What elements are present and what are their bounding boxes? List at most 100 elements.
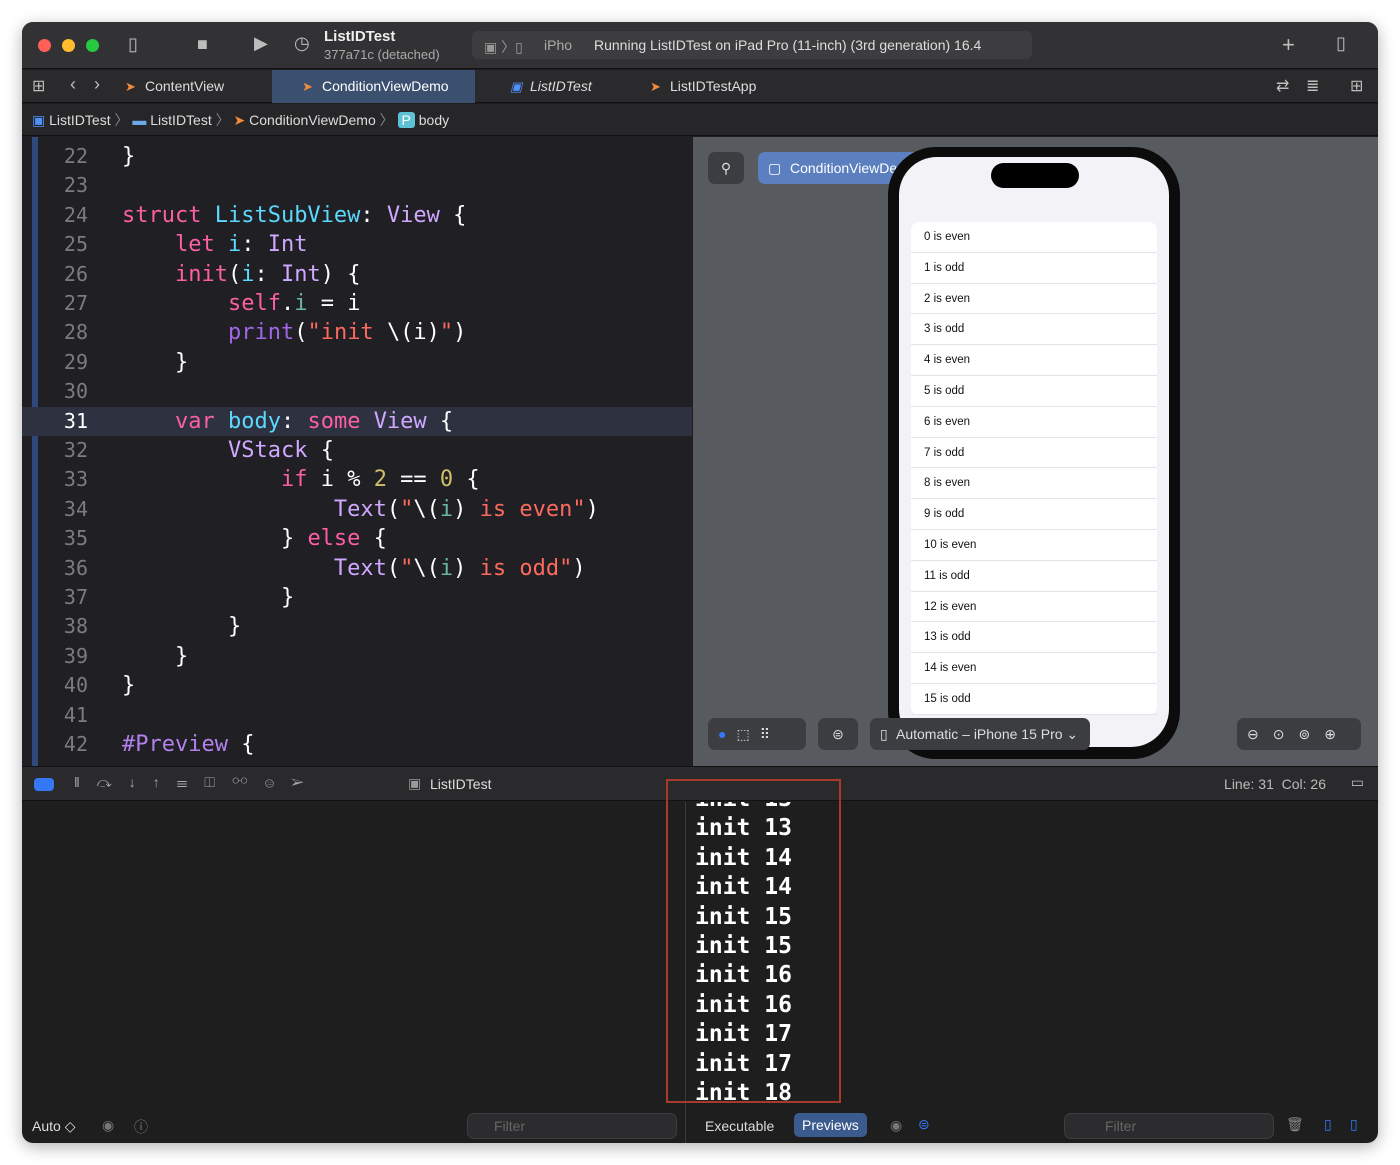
swift-icon: ➤ bbox=[233, 112, 246, 128]
pin-icon[interactable]: ⚲ bbox=[708, 152, 744, 184]
zoom-out-icon[interactable]: ⊖ bbox=[1247, 726, 1273, 742]
clock-icon[interactable]: ◷ bbox=[294, 33, 310, 54]
step-into-icon[interactable]: ↓ bbox=[129, 774, 153, 790]
variants-icon[interactable]: ⠿ bbox=[760, 726, 780, 742]
line-number: 32 bbox=[63, 438, 88, 462]
code-line[interactable]: 22} bbox=[22, 142, 692, 171]
add-icon[interactable]: + bbox=[1282, 32, 1295, 58]
line-number: 42 bbox=[63, 732, 88, 756]
code-line[interactable]: 37 } bbox=[22, 583, 692, 612]
breadcrumb-item[interactable]: ListIDTest bbox=[49, 112, 110, 128]
line-number: 33 bbox=[63, 467, 88, 492]
trash-icon[interactable]: 🗑 bbox=[1286, 1116, 1304, 1133]
device-picker[interactable]: ▯ Automatic – iPhone 15 Pro ⌄ bbox=[870, 718, 1091, 750]
toggle-icon[interactable]: ⊜ bbox=[918, 1116, 930, 1133]
cursor-position: Line: 31 Col: 26 bbox=[1224, 776, 1326, 792]
console-filter-input[interactable]: Filter bbox=[1064, 1113, 1274, 1139]
zoom-in-icon[interactable]: ⊕ bbox=[1324, 726, 1350, 742]
info-icon[interactable]: ⓘ bbox=[134, 1117, 148, 1137]
variables-scope-select[interactable]: Auto ◇ bbox=[32, 1118, 75, 1135]
code-line[interactable]: 29 } bbox=[22, 348, 692, 377]
editor-options-icon[interactable]: ≣ bbox=[1306, 76, 1319, 96]
code-line[interactable]: 34 Text("\(i) is even") bbox=[22, 495, 692, 524]
device-screen: 0 is even 1 is odd 2 is even 3 is odd 4 is e… bbox=[899, 157, 1169, 747]
right-panel-icon[interactable]: ▯ bbox=[1350, 1116, 1358, 1133]
stop-icon[interactable]: ■ bbox=[197, 34, 208, 55]
step-over-icon[interactable]: ⤼ bbox=[97, 774, 129, 790]
code-line[interactable]: 40} bbox=[22, 671, 692, 700]
tab-listidtest[interactable]: ▣ ListIDTest bbox=[502, 70, 632, 103]
add-editor-icon[interactable]: ⊞ bbox=[1350, 76, 1363, 96]
code-line[interactable]: 38 } bbox=[22, 612, 692, 641]
swap-icon[interactable]: ⇄ bbox=[1276, 76, 1289, 96]
line-number: 28 bbox=[63, 320, 88, 345]
code-line[interactable]: 24 struct ListSubView: View { bbox=[22, 201, 692, 230]
close-button[interactable] bbox=[38, 39, 51, 52]
grid-icon[interactable]: ⊞ bbox=[32, 76, 45, 96]
debug-controls: ‖⤼↓↑☰◫⚯⊜➢ bbox=[74, 774, 321, 791]
code-text: Text("\(i) is odd") bbox=[333, 555, 586, 581]
eye-icon[interactable]: ◉ bbox=[890, 1117, 902, 1134]
back-icon[interactable]: ‹ bbox=[70, 74, 76, 95]
zoom-fit-icon[interactable]: ⊚ bbox=[1298, 726, 1324, 742]
activity-status[interactable]: ▣ 〉▯ iPho Running ListIDTest on iPad Pro… bbox=[472, 31, 1032, 59]
code-line[interactable]: 33 if i % 2 == 0 { bbox=[22, 465, 692, 494]
environment-icon[interactable]: ⊜ bbox=[265, 774, 291, 790]
eye-icon[interactable]: ◉ bbox=[102, 1117, 114, 1134]
code-line[interactable]: 32 VStack { bbox=[22, 436, 692, 465]
settings-toggle-icon[interactable]: ⊜ bbox=[818, 718, 858, 750]
live-icon[interactable]: ● bbox=[718, 726, 736, 742]
tab-previews[interactable]: Previews bbox=[794, 1113, 867, 1137]
breadcrumb-item[interactable]: ConditionViewDemo bbox=[249, 112, 376, 128]
code-line[interactable]: 27 self.i = i bbox=[22, 289, 692, 318]
run-destination[interactable]: iPho bbox=[544, 37, 572, 53]
memory-graph-icon[interactable]: ◫ bbox=[204, 774, 232, 790]
breadcrumb-item[interactable]: body bbox=[419, 112, 449, 128]
share-icon[interactable]: ⚯ bbox=[232, 774, 265, 790]
status-text: Running ListIDTest on iPad Pro (11-inch)… bbox=[594, 37, 982, 53]
minimize-button[interactable] bbox=[62, 39, 75, 52]
run-icon[interactable]: ▶ bbox=[254, 33, 268, 54]
select-icon[interactable]: ⬚ bbox=[736, 726, 759, 742]
code-line[interactable]: 31 var body: some View { bbox=[22, 406, 692, 436]
code-line[interactable]: 39 } bbox=[22, 642, 692, 671]
code-line[interactable]: 41 bbox=[22, 701, 692, 730]
pause-icon[interactable]: ‖ bbox=[74, 774, 97, 790]
code-line[interactable]: 35 } else { bbox=[22, 524, 692, 553]
zoom-100-icon[interactable]: ⊙ bbox=[1273, 726, 1299, 742]
tab-conditionviewdemo[interactable]: ➤ ConditionViewDemo bbox=[272, 70, 475, 103]
list-item: 5 is odd bbox=[911, 376, 1157, 407]
code-line[interactable]: 26 init(i: Int) { bbox=[22, 260, 692, 289]
code-line[interactable]: 25 let i: Int bbox=[22, 230, 692, 259]
panel-toggle-icon[interactable]: ▭ bbox=[1351, 774, 1364, 791]
location-icon[interactable]: ➢ bbox=[291, 774, 321, 790]
code-line[interactable]: 28 print("init \(i)") bbox=[22, 318, 692, 347]
breadcrumb-item[interactable]: ListIDTest bbox=[150, 112, 211, 128]
tab-listidtestapp[interactable]: ➤ ListIDTestApp bbox=[642, 70, 782, 103]
step-out-icon[interactable]: ↑ bbox=[153, 774, 177, 790]
code-text: } bbox=[122, 585, 295, 610]
list-item: 6 is even bbox=[911, 407, 1157, 438]
view-hierarchy-icon[interactable]: ☰ bbox=[177, 774, 205, 790]
code-line[interactable]: 36 Text("\(i) is odd") bbox=[22, 554, 692, 583]
code-line[interactable]: 30 bbox=[22, 377, 692, 406]
line-number: 29 bbox=[63, 349, 88, 374]
swift-icon: ➤ bbox=[125, 79, 136, 94]
tab-contentview[interactable]: ➤ ContentView bbox=[117, 70, 272, 103]
forward-icon[interactable]: › bbox=[94, 74, 100, 95]
inspector-toggle-icon[interactable]: ▯ bbox=[1336, 33, 1346, 54]
line-number: 37 bbox=[63, 585, 88, 609]
zoom-button[interactable] bbox=[86, 39, 99, 52]
code-line[interactable]: 23 bbox=[22, 171, 692, 200]
variables-filter-input[interactable]: Filter bbox=[467, 1113, 677, 1139]
breakpoints-toggle[interactable] bbox=[34, 778, 54, 791]
preview-icon: ▢ bbox=[768, 160, 782, 176]
tab-executable[interactable]: Executable bbox=[705, 1118, 774, 1134]
left-panel-icon[interactable]: ▯ bbox=[1324, 1116, 1332, 1133]
commit-label: 377a71c (detached) bbox=[324, 47, 440, 62]
code-text: if i % 2 == 0 { bbox=[280, 467, 480, 493]
sidebar-toggle-icon[interactable]: ▯ bbox=[128, 34, 138, 55]
code-line[interactable]: 42 #Preview { bbox=[22, 730, 692, 759]
code-text: Text("\(i) is even") bbox=[333, 496, 599, 522]
code-editor[interactable]: 22} 23 24 struct ListSubView: View {25 let … bbox=[22, 137, 692, 766]
